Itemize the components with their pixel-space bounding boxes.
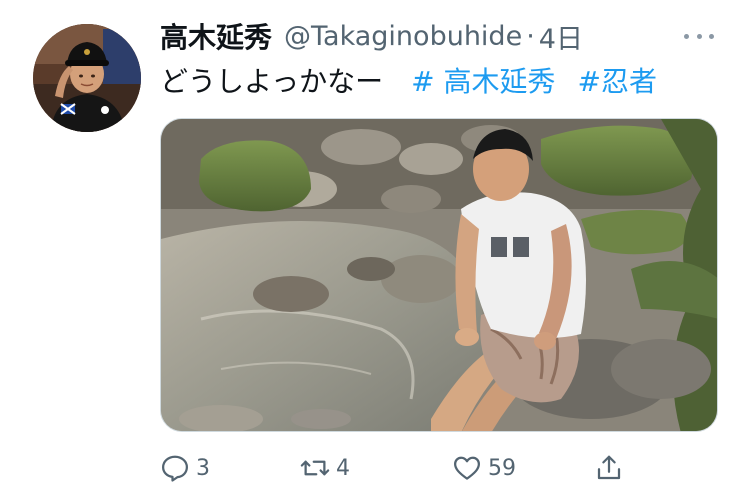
photo-image bbox=[161, 119, 717, 431]
tweet-body: どうしよっかなー bbox=[160, 65, 384, 98]
retweet-count: 4 bbox=[336, 455, 350, 481]
tweet-text: どうしよっかなー # 高木延秀 #忍者 bbox=[160, 60, 657, 100]
more-dots-icon[interactable] bbox=[684, 26, 714, 46]
like-button[interactable]: 59 bbox=[452, 448, 516, 488]
retweet-button[interactable]: 4 bbox=[300, 448, 350, 488]
hashtag-link[interactable]: # 高木延秀 bbox=[411, 60, 555, 100]
retweet-icon bbox=[300, 460, 330, 476]
action-bar: 3 4 59 bbox=[160, 448, 720, 488]
tweet-photo[interactable] bbox=[160, 118, 718, 432]
tweet-card[interactable]: 高木延秀 @Takaginobuhide · 4日 どうしよっかなー # 高木延… bbox=[0, 0, 750, 501]
hashtag-link[interactable]: #忍者 bbox=[578, 60, 657, 100]
like-count: 59 bbox=[488, 455, 516, 481]
reply-button[interactable]: 3 bbox=[160, 448, 210, 488]
heart-icon bbox=[454, 456, 480, 480]
share-button[interactable] bbox=[594, 448, 624, 488]
author-name[interactable]: 高木延秀 bbox=[160, 16, 272, 56]
author-handle[interactable]: @Takaginobuhide bbox=[284, 21, 522, 52]
reply-icon bbox=[162, 455, 188, 482]
separator-dot: · bbox=[526, 20, 535, 52]
avatar-image bbox=[33, 24, 141, 132]
avatar[interactable] bbox=[33, 24, 141, 132]
timestamp[interactable]: 4日 bbox=[539, 17, 583, 56]
tweet-header: 高木延秀 @Takaginobuhide · 4日 bbox=[160, 16, 583, 56]
reply-count: 3 bbox=[196, 455, 210, 481]
share-icon bbox=[597, 455, 621, 480]
